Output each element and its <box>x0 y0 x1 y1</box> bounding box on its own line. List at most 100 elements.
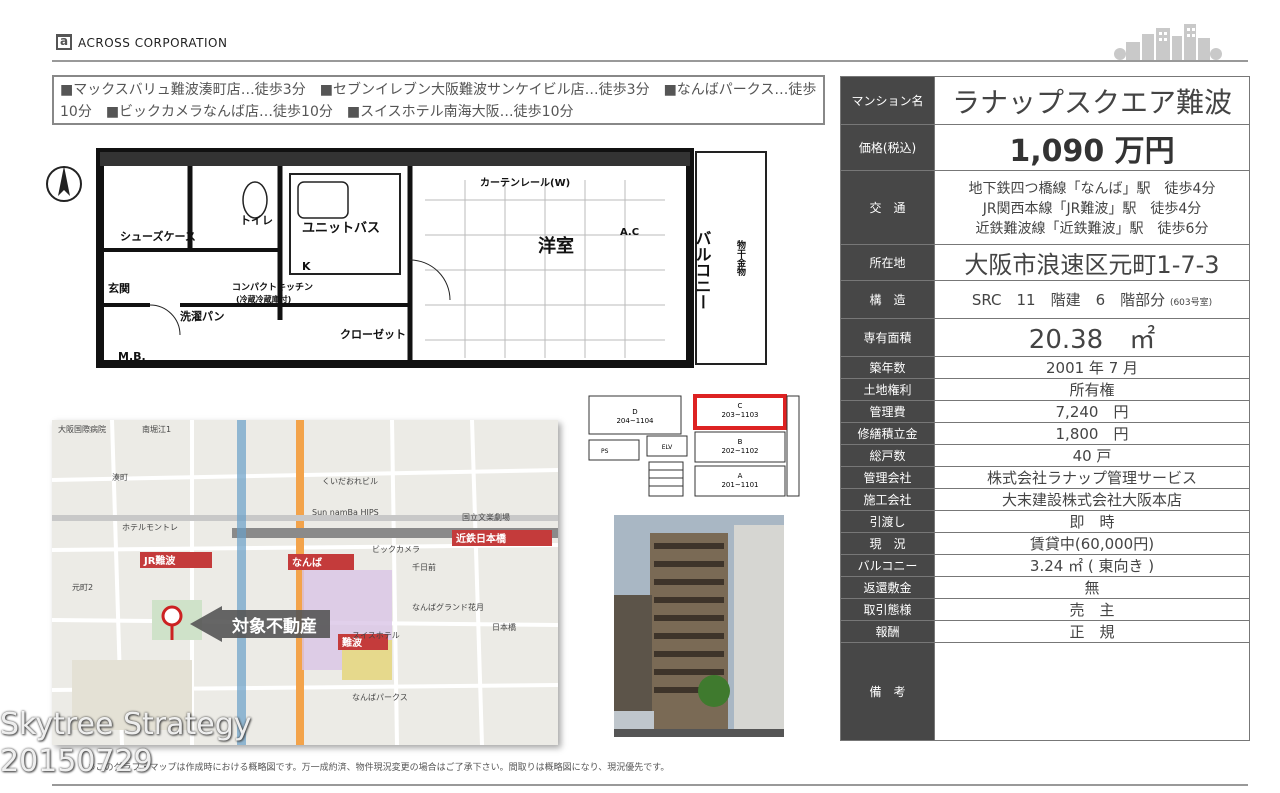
svg-text:なんばグランド花月: なんばグランド花月 <box>412 602 484 612</box>
address: 大阪市浪速区元町1-7-3 <box>934 244 1250 281</box>
company-name: ACROSS CORPORATION <box>78 36 228 50</box>
svg-text:湊町: 湊町 <box>112 472 128 482</box>
svg-text:バルコニー: バルコニー <box>693 230 712 310</box>
svg-text:B: B <box>738 438 743 446</box>
current-status: 賃貸中(60,000円) <box>934 532 1250 555</box>
svg-text:203~1103: 203~1103 <box>721 411 758 419</box>
svg-text:コンパクトキッチン: コンパクトキッチン <box>232 281 313 293</box>
structure-label: 構 造 <box>840 280 935 319</box>
fee-label: 報酬 <box>840 620 935 643</box>
address-label: 所在地 <box>840 244 935 281</box>
deposit-label: 返還敷金 <box>840 576 935 599</box>
svg-text:M.B.: M.B. <box>118 350 146 363</box>
room-number: (603号室) <box>1169 298 1213 308</box>
svg-text:クローゼット: クローゼット <box>340 327 406 341</box>
status-label: 現 況 <box>840 532 935 555</box>
svg-text:玄関: 玄関 <box>108 281 130 295</box>
svg-text:大阪国際病院: 大阪国際病院 <box>58 424 106 434</box>
svg-text:なんばパークス: なんばパークス <box>352 693 408 702</box>
transport-list: 地下鉄四つ橋線「なんば」駅 徒歩4分 JR関西本線「JR難波」駅 徒歩4分 近鉄… <box>934 170 1250 245</box>
floor-plan: シューズケース 玄関 M.B. トイレ ユニットバス 洗濯パン K コンパクトキ… <box>46 148 767 368</box>
transport-label: 交 通 <box>840 170 935 245</box>
svg-text:C: C <box>738 402 743 410</box>
land-right-label: 土地権利 <box>840 378 935 401</box>
svg-text:Sun namBa HIPS: Sun namBa HIPS <box>312 508 379 517</box>
land-right: 所有権 <box>934 378 1250 401</box>
remarks <box>934 642 1250 741</box>
svg-text:スイスホテル: スイスホテル <box>352 631 400 640</box>
building-name-label: マンション名 <box>840 76 935 125</box>
svg-text:(冷蔵冷蔵庫付): (冷蔵冷蔵庫付) <box>236 294 291 304</box>
transport-line: JR関西本線「JR難波」駅 徒歩4分 <box>982 200 1202 217</box>
svg-text:204~1104: 204~1104 <box>616 417 654 425</box>
svg-text:近鉄日本橋: 近鉄日本橋 <box>456 532 507 545</box>
svg-text:南堀江1: 南堀江1 <box>142 424 171 434</box>
structure: SRC 11 階建 6 階部分 (603号室) <box>934 280 1250 319</box>
svg-text:カーテンレール(W): カーテンレール(W) <box>480 177 570 189</box>
svg-text:洗濯パン: 洗濯パン <box>180 309 225 323</box>
svg-text:洋室: 洋室 <box>538 235 574 257</box>
property-spec-table: マンション名 ラナップスクエア難波 価格(税込) 1,090 万円 交 通 地下… <box>840 76 1250 741</box>
svg-text:対象不動産: 対象不動産 <box>231 616 317 637</box>
svg-text:ビックカメラ: ビックカメラ <box>372 545 420 554</box>
unit-position-diagram: D 204~1104 C 203~1103 B 202~1102 A 201~1… <box>588 394 800 497</box>
transaction-type: 売 主 <box>934 598 1250 621</box>
building-photo <box>614 515 784 737</box>
transport-line: 近鉄難波線「近鉄難波」駅 徒歩6分 <box>975 220 1209 237</box>
area-map: JR難波 なんば 近鉄日本橋 難波 大阪国際病院 南堀江1 ホテルモントレSun … <box>52 420 558 745</box>
total-units-label: 総戸数 <box>840 444 935 467</box>
svg-text:JR難波: JR難波 <box>143 554 176 567</box>
area-label: 専有面積 <box>840 318 935 357</box>
building-name: ラナップスクエア難波 <box>934 76 1250 125</box>
repair-fund: 1,800 円 <box>934 422 1250 445</box>
svg-text:PS: PS <box>601 448 609 455</box>
company-logo: a ACROSS CORPORATION <box>56 34 227 50</box>
management-company-label: 管理会社 <box>840 466 935 489</box>
city-icon <box>1114 24 1222 60</box>
svg-text:D: D <box>632 408 637 416</box>
svg-text:A.C: A.C <box>620 227 639 238</box>
built-label: 築年数 <box>840 356 935 379</box>
watermark-line: 20150729 <box>0 744 153 779</box>
svg-text:日本橋: 日本橋 <box>492 622 516 632</box>
footer-divider <box>52 784 1248 786</box>
built-date: 2001 年 7 月 <box>934 356 1250 379</box>
handover-label: 引渡し <box>840 510 935 533</box>
nearby-facilities: ■マックスバリュ難波湊町店…徒歩3分 ■セブンイレブン大阪難波サンケイビル店…徒… <box>52 75 825 125</box>
svg-text:物干金物: 物干金物 <box>735 239 747 277</box>
svg-text:千日前: 千日前 <box>412 562 436 572</box>
structure-value: SRC 11 階建 6 階部分 <box>971 291 1166 309</box>
remarks-label: 備 考 <box>840 642 935 741</box>
transport-line: 地下鉄四つ橋線「なんば」駅 徒歩4分 <box>968 180 1216 197</box>
svg-text:なんば: なんば <box>292 556 322 569</box>
watermark: Skytree Strategy 20150729 <box>0 706 252 780</box>
svg-text:元町2: 元町2 <box>72 583 93 592</box>
svg-text:ホテルモントレ: ホテルモントレ <box>122 523 178 532</box>
balcony-label: バルコニー <box>840 554 935 577</box>
watermark-line: Skytree Strategy <box>0 707 252 742</box>
balcony: 3.24 ㎡ ( 東向き ) <box>934 554 1250 577</box>
svg-text:ユニットバス: ユニットバス <box>302 221 380 236</box>
management-company: 株式会社ラナップ管理サービス <box>934 466 1250 489</box>
floor-area: 20.38 ㎡ <box>934 318 1250 357</box>
management-fee-label: 管理費 <box>840 400 935 423</box>
logo-mark: a <box>56 34 72 50</box>
management-fee: 7,240 円 <box>934 400 1250 423</box>
svg-text:シューズケース: シューズケース <box>120 229 196 243</box>
deposit: 無 <box>934 576 1250 599</box>
price-label: 価格(税込) <box>840 124 935 171</box>
builder: 大末建設株式会社大阪本店 <box>934 488 1250 511</box>
svg-text:202~1102: 202~1102 <box>721 447 758 455</box>
handover: 即 時 <box>934 510 1250 533</box>
svg-text:くいだおれビル: くいだおれビル <box>322 477 378 486</box>
north-arrow-icon <box>46 166 82 202</box>
svg-text:ELV: ELV <box>662 444 673 451</box>
builder-label: 施工会社 <box>840 488 935 511</box>
svg-text:A: A <box>738 472 743 480</box>
price: 1,090 万円 <box>934 124 1250 171</box>
svg-text:国立文楽劇場: 国立文楽劇場 <box>462 512 510 522</box>
svg-text:K: K <box>302 260 311 273</box>
header-divider <box>52 60 1248 62</box>
fee: 正 規 <box>934 620 1250 643</box>
repair-fund-label: 修繕積立金 <box>840 422 935 445</box>
